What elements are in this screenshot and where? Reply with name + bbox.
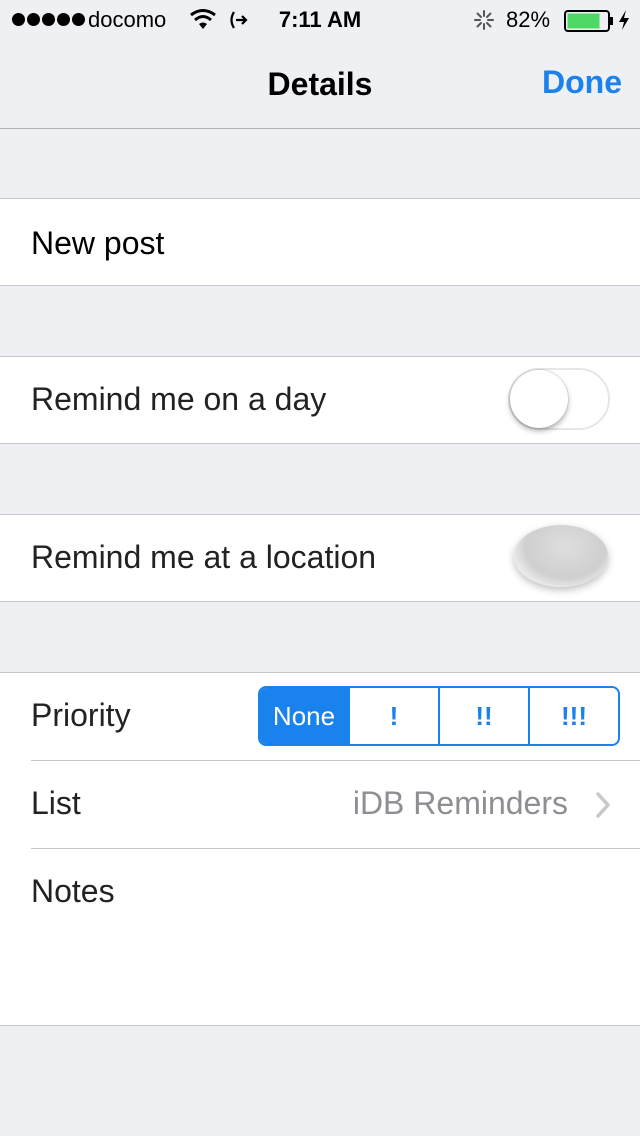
remind-location-toggle[interactable] — [508, 525, 610, 587]
remind-location-cell: Remind me at a location — [0, 514, 640, 602]
list-label: List — [31, 785, 81, 821]
priority-segmented-control: None ! !! !!! — [258, 686, 620, 746]
reminder-title-field[interactable] — [31, 221, 591, 265]
chevron-right-icon — [596, 792, 610, 818]
priority-row: Priority None ! !! !!! — [0, 673, 640, 760]
toggle-knob — [514, 525, 608, 587]
priority-none-segment[interactable]: None — [260, 688, 348, 744]
priority-low-segment[interactable]: ! — [348, 688, 438, 744]
navigation-bar: Details Done — [0, 40, 640, 129]
details-group: Priority None ! !! !!! List iDB Reminder… — [0, 672, 640, 1026]
remind-day-label: Remind me on a day — [31, 381, 327, 417]
battery-percentage: 82% — [506, 7, 551, 32]
priority-high-segment[interactable]: !!! — [528, 688, 618, 744]
remind-day-cell: Remind me on a day — [0, 356, 640, 444]
list-value: iDB Reminders — [352, 785, 568, 821]
remind-location-label: Remind me at a location — [31, 539, 377, 575]
toggle-knob — [510, 370, 568, 428]
status-bar: docomo 7:11 AM 82% — [0, 0, 640, 40]
reminder-title-cell — [0, 198, 640, 286]
priority-medium-segment[interactable]: !! — [438, 688, 528, 744]
notes-label: Notes — [31, 873, 115, 909]
charging-bolt-icon — [619, 10, 629, 30]
activity-spinner-icon — [474, 10, 494, 30]
priority-label: Priority — [31, 697, 131, 733]
remind-day-toggle[interactable] — [508, 368, 610, 430]
notes-row[interactable]: Notes — [0, 849, 640, 1025]
done-button[interactable]: Done — [542, 64, 622, 101]
list-row[interactable]: List iDB Reminders — [0, 761, 640, 848]
battery-icon — [564, 10, 613, 32]
